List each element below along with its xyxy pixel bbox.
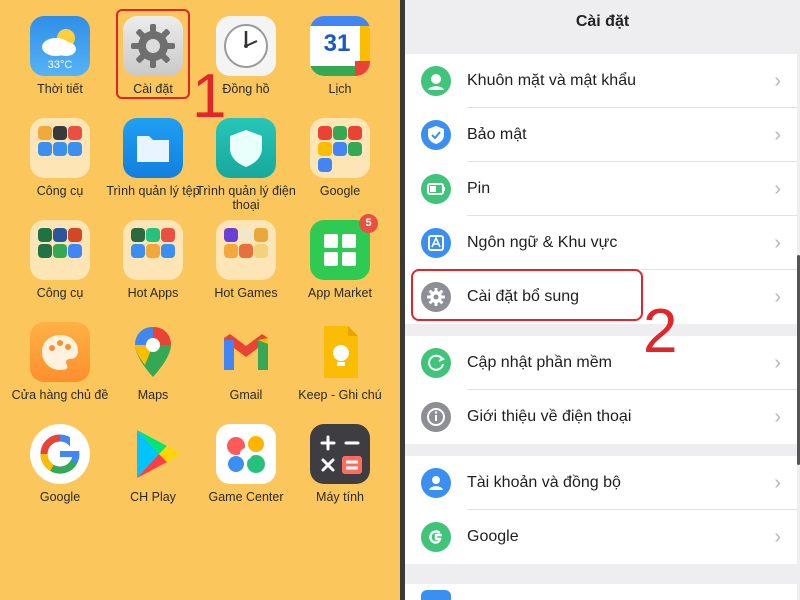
settings-item-security[interactable]: Bảo mật › — [405, 108, 797, 162]
chevron-right-icon: › — [774, 352, 781, 374]
settings-group: Tài khoản và đồng bộ › Google › — [405, 456, 797, 564]
battery-icon — [421, 174, 451, 204]
app-label: Gmail — [229, 388, 263, 402]
app-label: Hot Apps — [127, 286, 179, 300]
settings-item-face-password[interactable]: Khuôn mặt và mật khẩu › — [405, 54, 797, 108]
notification-badge: 5 — [359, 214, 378, 233]
app-label: Google — [39, 490, 81, 504]
weather-temp: 33°C — [47, 59, 73, 71]
calculator-icon — [310, 424, 370, 484]
settings-item-label: Google — [467, 528, 519, 545]
face-password-icon — [421, 66, 451, 96]
app-label: Thời tiết — [37, 82, 83, 96]
app-keep[interactable]: Keep - Ghi chú — [290, 322, 390, 402]
app-game-center[interactable]: Game Center — [196, 424, 296, 504]
office-folder-icon — [30, 220, 90, 280]
settings-item-software-update[interactable]: Cập nhật phần mềm › — [405, 336, 797, 390]
gmail-icon — [216, 322, 276, 382]
app-label: Google — [319, 184, 361, 198]
settings-screen: Cài đặt Khuôn mặt và mật khẩu › Bảo mật … — [405, 0, 800, 600]
app-label: Hot Games — [214, 286, 278, 300]
app-google-folder[interactable]: Google — [290, 118, 390, 198]
app-maps[interactable]: Maps — [103, 322, 203, 402]
step-number-1: 1 — [192, 62, 227, 131]
highlight-box-additional-settings — [411, 269, 643, 321]
update-icon — [421, 348, 451, 378]
play-store-icon — [123, 424, 183, 484]
language-icon — [421, 228, 451, 258]
page-title: Cài đặt — [405, 0, 800, 44]
weather-icon: 33°C — [30, 16, 90, 76]
settings-item-about-phone[interactable]: Giới thiệu về điện thoại › — [405, 390, 797, 444]
tools-folder-icon — [30, 118, 90, 178]
app-label: Trình quản lý điện thoại — [196, 184, 296, 212]
settings-group-partial — [405, 584, 797, 600]
google-g-icon — [421, 522, 451, 552]
app-label: CH Play — [130, 490, 176, 504]
info-icon — [421, 402, 451, 432]
app-label: Máy tính — [316, 490, 364, 504]
chevron-right-icon: › — [774, 124, 781, 146]
app-calendar[interactable]: 31 Lịch — [290, 16, 390, 96]
settings-item-label: Tài khoản và đồng bộ — [467, 474, 621, 491]
account-icon — [421, 468, 451, 498]
settings-group: Cập nhật phần mềm › Giới thiệu về điện t… — [405, 336, 797, 444]
settings-item-google[interactable]: Google › — [405, 510, 797, 564]
app-label: Công cụ — [36, 286, 84, 300]
app-play-store[interactable]: CH Play — [103, 424, 203, 504]
settings-item-battery[interactable]: Pin › — [405, 162, 797, 216]
chevron-right-icon: › — [774, 232, 781, 254]
chevron-right-icon: › — [774, 286, 781, 308]
app-calculator[interactable]: Máy tính — [290, 424, 390, 504]
app-label: Maps — [137, 388, 169, 402]
chevron-right-icon: › — [774, 178, 781, 200]
google-icon — [30, 424, 90, 484]
google-folder-icon — [310, 118, 370, 178]
settings-item-accounts-sync[interactable]: Tài khoản và đồng bộ › — [405, 456, 797, 510]
app-label: App Market — [308, 286, 372, 300]
shield-check-icon — [421, 120, 451, 150]
app-market[interactable]: App Market 5 — [290, 214, 390, 300]
app-label: Cửa hàng chủ đề — [11, 388, 109, 402]
theme-store-icon — [30, 322, 90, 382]
settings-item-label: Pin — [467, 180, 491, 197]
app-hot-games[interactable]: Hot Games — [196, 220, 296, 300]
app-file-manager[interactable]: Trình quản lý tệp — [103, 118, 203, 198]
app-google[interactable]: Google — [10, 424, 110, 504]
app-office-folder[interactable]: Công cụ — [10, 220, 110, 300]
app-theme-store[interactable]: Cửa hàng chủ đề — [10, 322, 110, 402]
app-label: Trình quản lý tệp — [106, 184, 200, 198]
game-center-icon — [216, 424, 276, 484]
step-number-2: 2 — [643, 297, 678, 366]
file-manager-icon — [123, 118, 183, 178]
calendar-day: 31 — [323, 30, 351, 57]
settings-item-label: Bảo mật — [467, 126, 527, 143]
app-label: Công cụ — [36, 184, 84, 198]
chevron-right-icon: › — [774, 526, 781, 548]
settings-item-label: Cập nhật phần mềm — [467, 354, 612, 371]
chevron-right-icon: › — [774, 70, 781, 92]
app-label: Keep - Ghi chú — [298, 388, 382, 402]
app-tools-folder[interactable]: Công cụ — [10, 118, 110, 198]
keep-notes-icon — [310, 322, 370, 382]
hot-games-folder-icon — [216, 220, 276, 280]
app-label: Game Center — [208, 490, 284, 504]
maps-icon — [123, 322, 183, 382]
settings-item-label: Khuôn mặt và mật khẩu — [467, 72, 636, 89]
app-weather[interactable]: 33°C Thời tiết — [10, 16, 110, 96]
highlight-box-settings — [116, 9, 190, 99]
calendar-icon: 31 — [310, 16, 370, 76]
app-phone-manager[interactable]: Trình quản lý điện thoại — [196, 118, 296, 212]
settings-item-label: Ngôn ngữ & Khu vực — [467, 234, 618, 251]
app-label: Lịch — [328, 82, 352, 96]
home-screen: 33°C Thời tiết Cài đặt Đồng hồ 31 Lịch C… — [0, 0, 400, 600]
chevron-right-icon: › — [774, 406, 781, 428]
settings-item-language-region[interactable]: Ngôn ngữ & Khu vực › — [405, 216, 797, 270]
app-hot-apps[interactable]: Hot Apps — [103, 220, 203, 300]
partial-row-icon — [421, 590, 451, 600]
settings-item-label: Giới thiệu về điện thoại — [467, 408, 632, 425]
app-gmail[interactable]: Gmail — [196, 322, 296, 402]
hot-apps-folder-icon — [123, 220, 183, 280]
chevron-right-icon: › — [774, 472, 781, 494]
